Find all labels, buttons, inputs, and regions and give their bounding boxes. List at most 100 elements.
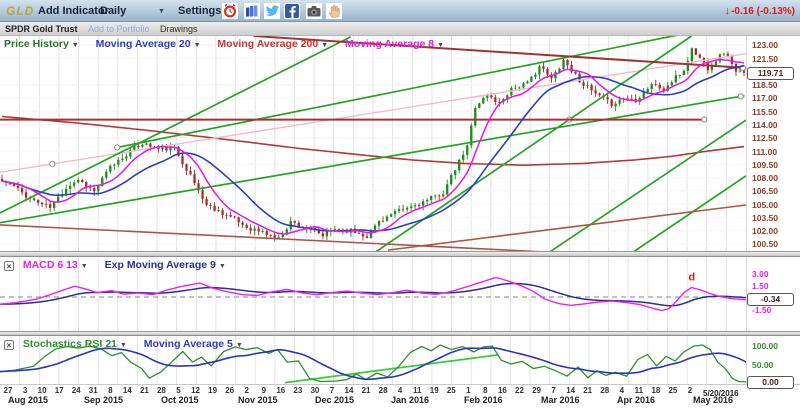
drawings-menu[interactable]: Drawings: [160, 24, 198, 34]
axis-tick-label: 114.00: [752, 120, 778, 130]
twitter-icon[interactable]: [264, 3, 280, 19]
day-label: 19: [208, 386, 217, 395]
app-logo: GLD: [6, 4, 34, 18]
day-label: 3: [23, 386, 27, 395]
indicator-ma8[interactable]: Moving Average 8: [345, 38, 434, 50]
chevron-down-icon[interactable]: ▼: [72, 42, 79, 49]
month-label: Mar 2016: [541, 395, 580, 405]
day-label: 7: [330, 386, 334, 395]
day-label: 7: [551, 386, 555, 395]
day-label: 14: [123, 386, 132, 395]
hand-icon[interactable]: [326, 3, 342, 19]
month-label: Apr 2016: [617, 395, 655, 405]
day-label: 31: [89, 386, 98, 395]
day-label: 30: [310, 386, 319, 395]
symbol-bar: SPDR Gold Trust Add to Portfolio Drawing…: [0, 22, 800, 36]
axis-tick-label: 103.50: [752, 213, 778, 223]
indicator-price-history[interactable]: Price History: [4, 38, 69, 50]
x-axis-line: [0, 384, 800, 385]
add-to-portfolio-button[interactable]: Add to Portfolio: [88, 24, 150, 34]
chevron-down-icon[interactable]: ▼: [437, 42, 444, 49]
price-panel-header: Price History▼ Moving Average 20▼ Moving…: [4, 38, 444, 50]
day-label: 16: [498, 386, 507, 395]
close-icon[interactable]: ×: [4, 261, 14, 271]
panel-divider[interactable]: [0, 251, 800, 257]
indicator-stoch-ma[interactable]: Moving Average 5: [144, 338, 233, 350]
price-change: ↓-0.16 (-0.13%): [725, 5, 795, 17]
day-label: 28: [157, 386, 166, 395]
panel-divider[interactable]: [0, 331, 800, 336]
day-label: 24: [72, 386, 81, 395]
facebook-icon[interactable]: [284, 3, 300, 19]
macd-value-badge: -0.34: [747, 293, 794, 306]
day-label: 29: [532, 386, 541, 395]
day-label: 19: [430, 386, 439, 395]
price-chart-canvas[interactable]: [0, 36, 746, 251]
day-label: 9: [262, 386, 266, 395]
axis-tick-label: 1.50: [752, 281, 769, 291]
chevron-down-icon[interactable]: ▼: [81, 263, 88, 270]
day-label: 14: [345, 386, 354, 395]
indicator-stoch-rsi[interactable]: Stochastics RSI 21: [23, 338, 117, 350]
stock-charting-app: GLD Add Indicator Daily ▼ Settings: [0, 0, 800, 408]
indicator-ma200[interactable]: Moving Average 200: [217, 38, 318, 50]
axis-tick-label: 100.50: [752, 239, 778, 249]
timeframe-select[interactable]: Daily: [100, 5, 126, 17]
day-label: 28: [600, 386, 609, 395]
timeframe-caret-icon[interactable]: ▼: [158, 8, 165, 15]
axis-tick-label: 118.50: [752, 80, 778, 90]
day-label: 1: [466, 386, 470, 395]
symbol-full-name: SPDR Gold Trust: [5, 24, 78, 34]
month-label: Sep 2015: [84, 395, 123, 405]
day-label: 12: [191, 386, 200, 395]
day-label: 2: [244, 386, 248, 395]
close-icon[interactable]: ×: [4, 340, 14, 350]
day-label: 8: [108, 386, 112, 395]
add-indicator-button[interactable]: Add Indicator: [38, 5, 109, 17]
camera-icon[interactable]: [306, 3, 322, 19]
month-label: Aug 2015: [8, 395, 48, 405]
month-label: Oct 2015: [161, 395, 199, 405]
axis-tick-label: 111.00: [752, 147, 777, 157]
day-label: 18: [651, 386, 660, 395]
day-label: 2: [688, 386, 692, 395]
settings-button[interactable]: Settings: [178, 5, 221, 17]
indicator-ma20[interactable]: Moving Average 20: [96, 38, 191, 50]
day-label: 5: [176, 386, 180, 395]
last-price-badge: 119.71: [747, 67, 794, 80]
alarm-icon[interactable]: [222, 3, 238, 19]
day-label: 27: [4, 386, 13, 395]
axis-tick-label: 115.50: [752, 107, 778, 117]
svg-text:d: d: [689, 272, 696, 284]
axis-tick-label: 100.00: [752, 341, 778, 351]
stoch-panel-header: × Stochastics RSI 21▼ Moving Average 5▼: [4, 338, 243, 350]
axis-tick-label: 123.00: [752, 40, 778, 50]
axis-tick-label: 117.00: [752, 93, 778, 103]
day-label: 4: [398, 386, 402, 395]
axis-tick-label: 102.00: [752, 226, 778, 236]
month-label: Nov 2015: [238, 395, 278, 405]
day-label: 8: [483, 386, 487, 395]
day-label: 25: [447, 386, 456, 395]
chevron-down-icon[interactable]: ▼: [321, 42, 328, 49]
day-label: 17: [55, 386, 64, 395]
indicator-macd-signal[interactable]: Exp Moving Average 9: [105, 259, 216, 271]
axis-tick-label: 106.50: [752, 186, 778, 196]
apps-icon[interactable]: [244, 3, 260, 19]
month-label: Jan 2016: [391, 395, 429, 405]
day-label: 23: [293, 386, 302, 395]
price-change-text: -0.16 (-0.13%): [731, 6, 795, 17]
chevron-down-icon[interactable]: ▼: [120, 342, 127, 349]
axis-tick-label: 108.00: [752, 173, 778, 183]
macd-panel-header: × MACD 6 13▼ Exp Moving Average 9▼: [4, 259, 226, 271]
axis-tick-label: 121.50: [752, 54, 778, 64]
chevron-down-icon[interactable]: ▼: [194, 42, 201, 49]
indicator-macd[interactable]: MACD 6 13: [23, 259, 78, 271]
day-label: 11: [413, 386, 421, 395]
chevron-down-icon[interactable]: ▼: [236, 342, 243, 349]
axis-tick-label: 3.00: [752, 269, 769, 279]
down-arrow-icon: ↓: [725, 5, 731, 17]
toolbar: GLD Add Indicator Daily ▼ Settings: [0, 0, 800, 22]
x-axis-month-labels: Aug 2015Sep 2015Oct 2015Nov 2015Dec 2015…: [0, 395, 746, 406]
chevron-down-icon[interactable]: ▼: [219, 263, 226, 270]
